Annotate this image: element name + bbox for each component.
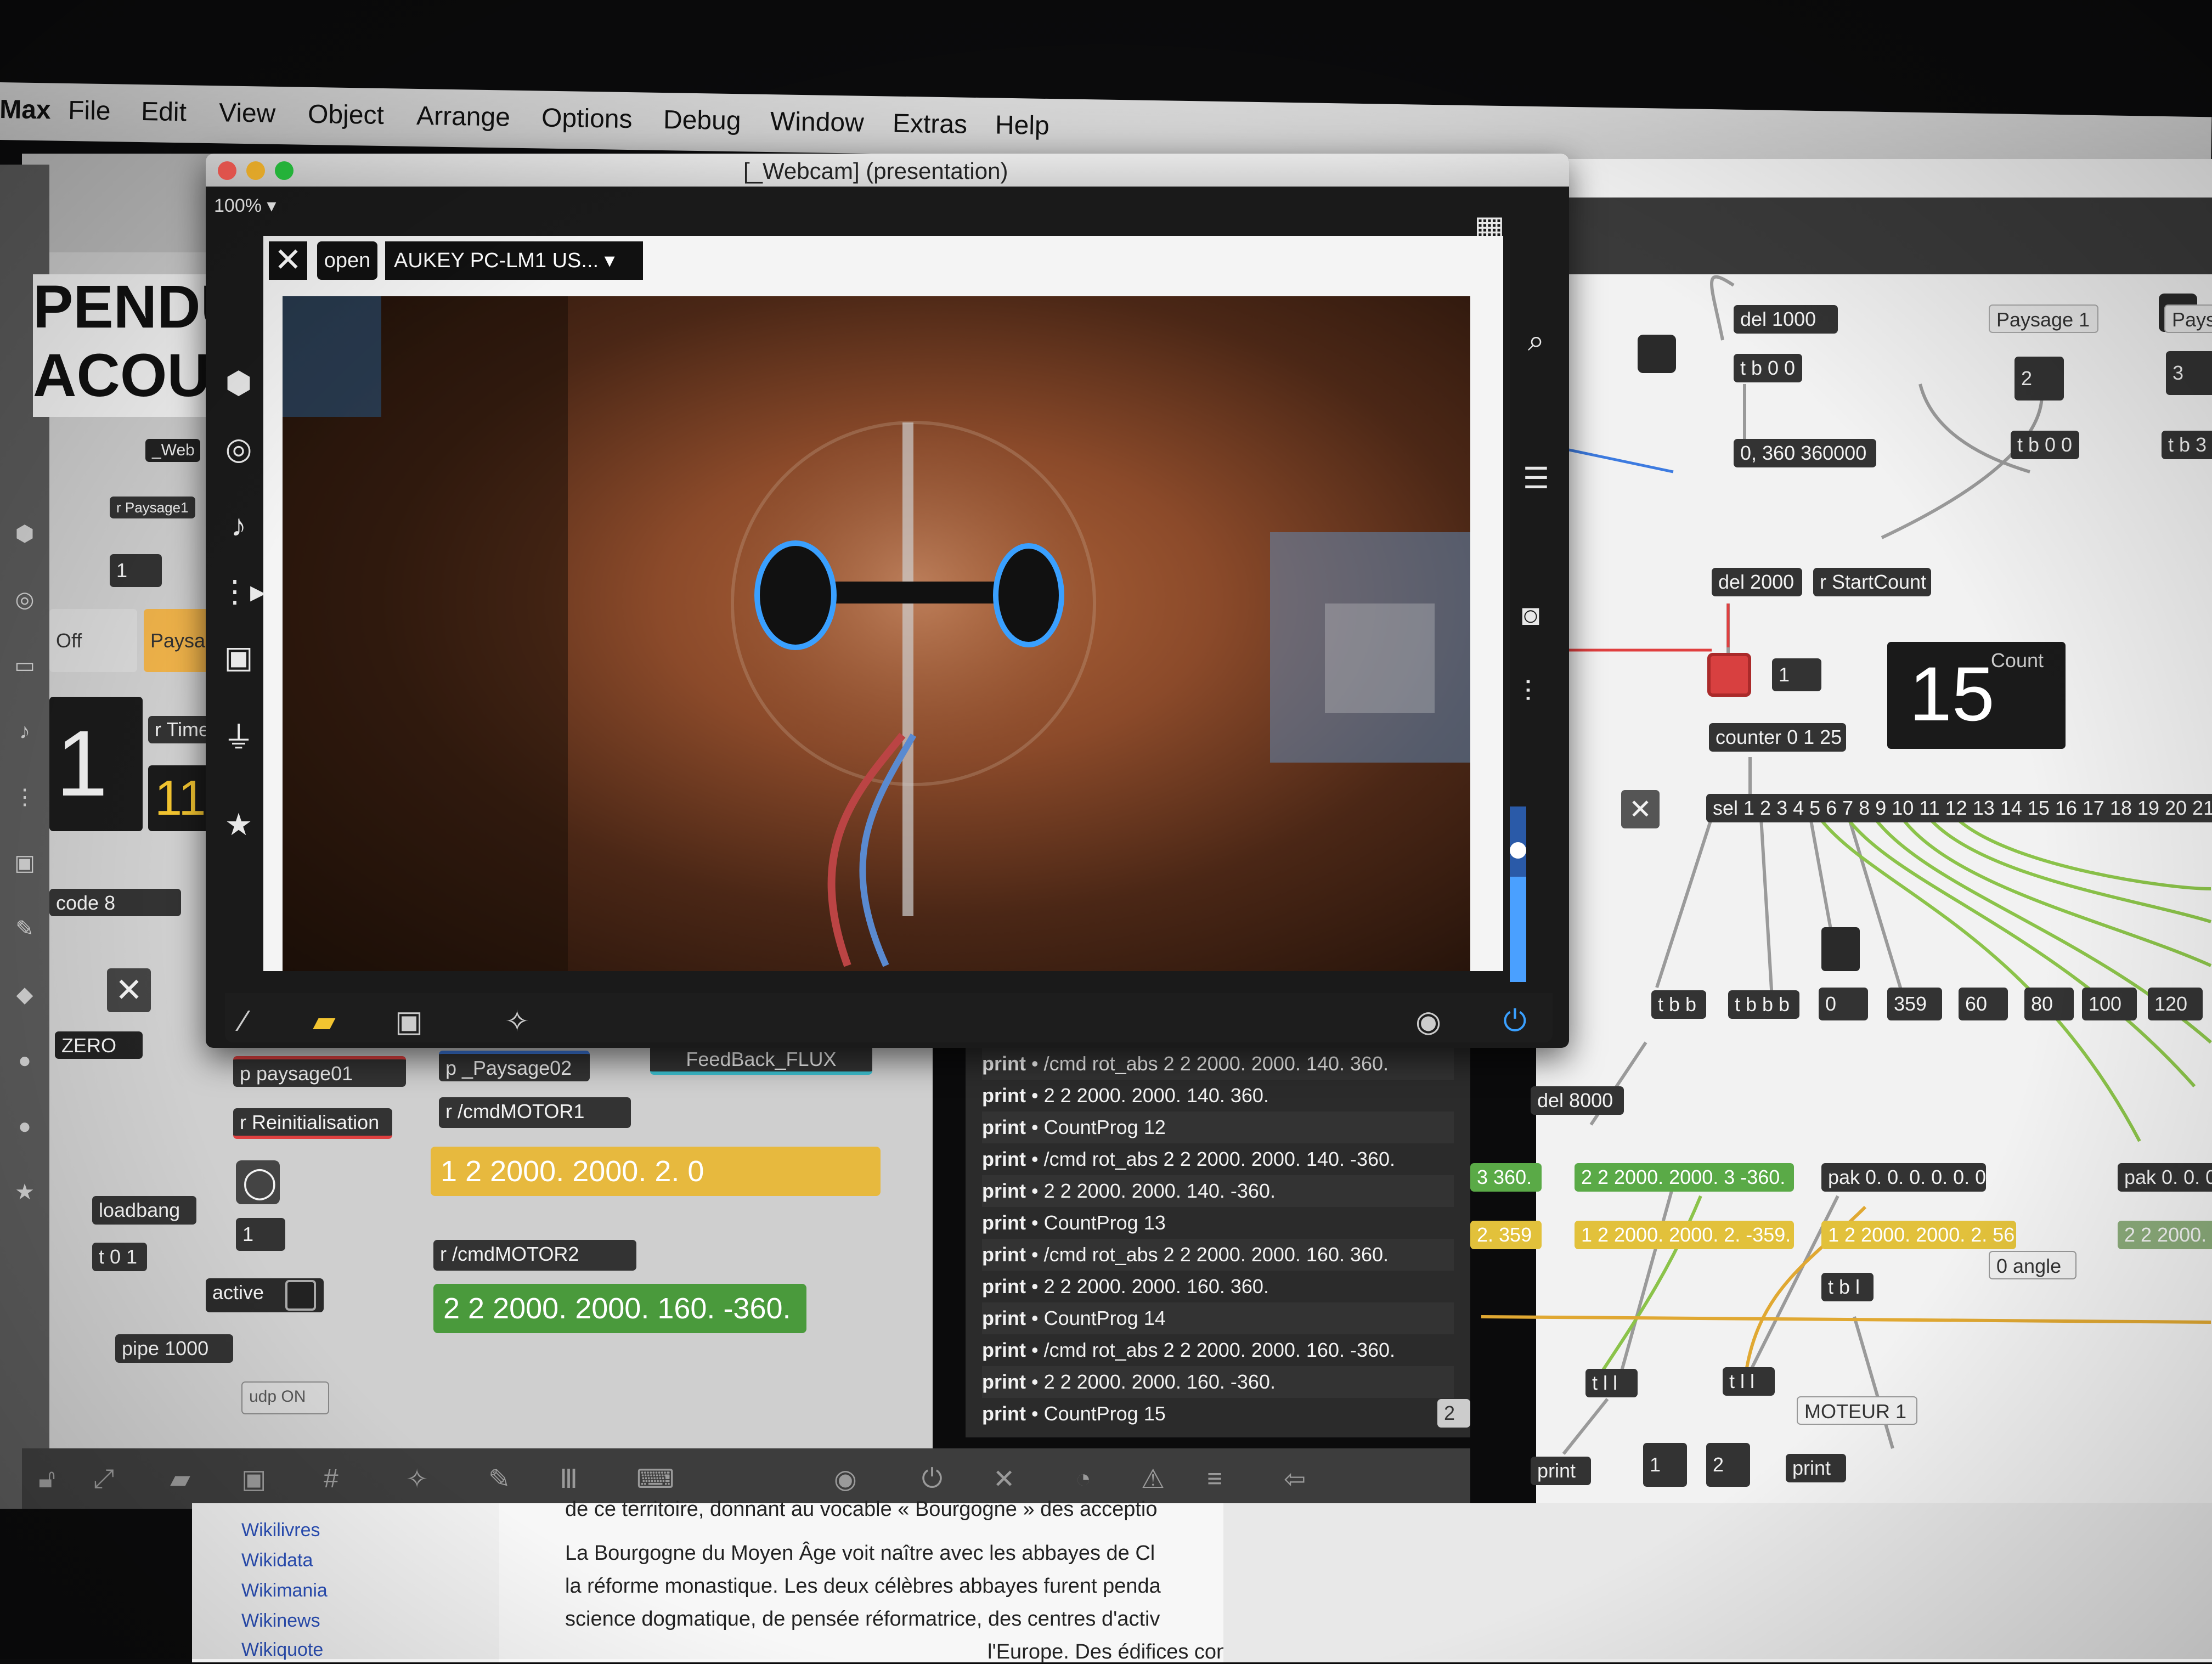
- audio-meter: [1510, 806, 1526, 982]
- number-0[interactable]: 0: [1819, 988, 1868, 1020]
- count-display: 15 Count: [1887, 642, 2066, 749]
- outlet-1[interactable]: 1: [1643, 1443, 1687, 1487]
- zoom-window-icon[interactable]: [275, 161, 294, 180]
- close-icon[interactable]: ✕: [1621, 790, 1660, 828]
- message-d[interactable]: 1 2 2000. 2000. 2. -359.: [1575, 1221, 1794, 1249]
- count-value: 15: [1909, 651, 1995, 737]
- red-bang-button[interactable]: [1707, 653, 1751, 697]
- webcam-scene: [283, 296, 1470, 971]
- message-2-small[interactable]: 2: [1437, 1399, 1470, 1428]
- message-b[interactable]: 2 2 2000. 2000. 3 -360.: [1575, 1163, 1794, 1192]
- zoom-level[interactable]: 100% ▾: [214, 195, 276, 217]
- pin-icon[interactable]: ✧: [505, 1004, 529, 1039]
- edit-icon[interactable]: ⁄: [241, 1004, 246, 1038]
- angle-number[interactable]: 0 angle: [1989, 1251, 2076, 1279]
- del-2000[interactable]: del 2000: [1712, 568, 1802, 596]
- sliders-icon[interactable]: ⫶: [1509, 675, 1547, 709]
- bang-button[interactable]: [1638, 335, 1676, 373]
- switch-object[interactable]: [1821, 927, 1860, 971]
- message-2[interactable]: 2: [2015, 357, 2064, 401]
- target-icon[interactable]: ◎: [219, 431, 258, 467]
- message-3[interactable]: 3: [2166, 351, 2212, 395]
- pays-label[interactable]: Pays: [2164, 304, 2212, 333]
- outlet-2[interactable]: 2: [1706, 1443, 1750, 1487]
- power-icon[interactable]: ⏻: [1503, 1004, 1527, 1039]
- play-circle-icon[interactable]: ◉: [1415, 1004, 1441, 1039]
- r-startcount[interactable]: r StartCount: [1813, 568, 1931, 596]
- trigger-b-0-0-a[interactable]: t b 0 0: [1734, 354, 1802, 382]
- playlist-icon[interactable]: ⋮▸: [219, 573, 266, 610]
- image-icon[interactable]: ▣: [219, 639, 258, 675]
- trigger-b-3[interactable]: t b 3: [2162, 431, 2212, 459]
- minimize-window-icon[interactable]: [246, 161, 265, 180]
- meter-knob[interactable]: [1510, 842, 1526, 859]
- number-359[interactable]: 359: [1887, 988, 1942, 1020]
- message-f[interactable]: 2 2 2000.: [2118, 1221, 2212, 1249]
- window-title: [_Webcam] (presentation): [743, 158, 1008, 184]
- pak-object[interactable]: pak 0. 0. 0. 0. 0. 0: [1821, 1163, 1986, 1192]
- message-3-360[interactable]: 3 360.: [1470, 1163, 1542, 1192]
- trigger-l-l-b[interactable]: t l l: [1723, 1367, 1775, 1396]
- cube-icon[interactable]: ⬢: [219, 365, 258, 401]
- print-object-b[interactable]: print: [1786, 1454, 1846, 1482]
- webcam-bottom-toolbar: ⁄ ▰ ▣ ✧ ◉ ⏻: [225, 993, 1553, 1042]
- windows-icon[interactable]: ▣: [395, 1004, 423, 1039]
- audio-meter-fill: [1510, 877, 1526, 982]
- camera-icon[interactable]: ◙: [1511, 598, 1550, 632]
- paysage1-label[interactable]: Paysage 1: [1989, 304, 2098, 333]
- range-message[interactable]: 0, 360 360000: [1734, 439, 1876, 467]
- close-window-icon[interactable]: [218, 161, 236, 180]
- trigger-b-0-0-b[interactable]: t b 0 0: [2011, 431, 2079, 459]
- number-100[interactable]: 100: [2082, 988, 2137, 1020]
- star-icon[interactable]: ★: [219, 806, 258, 843]
- music-note-icon[interactable]: ♪: [219, 507, 258, 543]
- plug-icon[interactable]: ⏚: [219, 713, 258, 758]
- count-label: Count: [1990, 649, 2044, 672]
- search-icon[interactable]: ⌕: [1517, 324, 1555, 358]
- close-icon[interactable]: ✕: [269, 241, 307, 280]
- trigger-l-l-a[interactable]: t l l: [1585, 1369, 1638, 1397]
- comment-icon[interactable]: ▰: [313, 1004, 336, 1039]
- message-e[interactable]: 1 2 2000. 2000. 2. 56: [1821, 1221, 2016, 1249]
- pak-object-2[interactable]: pak 0. 0. 0: [2118, 1163, 2212, 1192]
- open-button[interactable]: open: [317, 241, 377, 280]
- del-8000[interactable]: del 8000: [1531, 1086, 1624, 1115]
- message-2-359[interactable]: 2. 359: [1470, 1221, 1542, 1249]
- number-60[interactable]: 60: [1959, 988, 2008, 1020]
- number-80[interactable]: 80: [2024, 988, 2074, 1020]
- moteur-1-comment: MOTEUR 1: [1797, 1396, 1917, 1425]
- select-object[interactable]: sel 1 2 3 4 5 6 7 8 9 10 11 12 13 14 15 …: [1706, 794, 2212, 822]
- trigger-b-b[interactable]: t b b: [1651, 990, 1706, 1019]
- list-icon[interactable]: ☰: [1517, 461, 1555, 495]
- camera-video[interactable]: [283, 296, 1470, 971]
- webcam-titlebar[interactable]: [_Webcam] (presentation): [206, 154, 1569, 187]
- del-1000[interactable]: del 1000: [1734, 305, 1838, 334]
- trigger-b-b-b[interactable]: t b b b: [1728, 990, 1799, 1019]
- print-object-a[interactable]: print: [1531, 1457, 1591, 1485]
- trigger-b-l[interactable]: t b l: [1821, 1273, 1874, 1301]
- number-120[interactable]: 120: [2148, 988, 2203, 1020]
- counter-object[interactable]: counter 0 1 25: [1709, 723, 1846, 752]
- number-1[interactable]: 1: [1772, 658, 1821, 691]
- device-dropdown[interactable]: AUKEY PC-LM1 US... ▾: [385, 241, 643, 280]
